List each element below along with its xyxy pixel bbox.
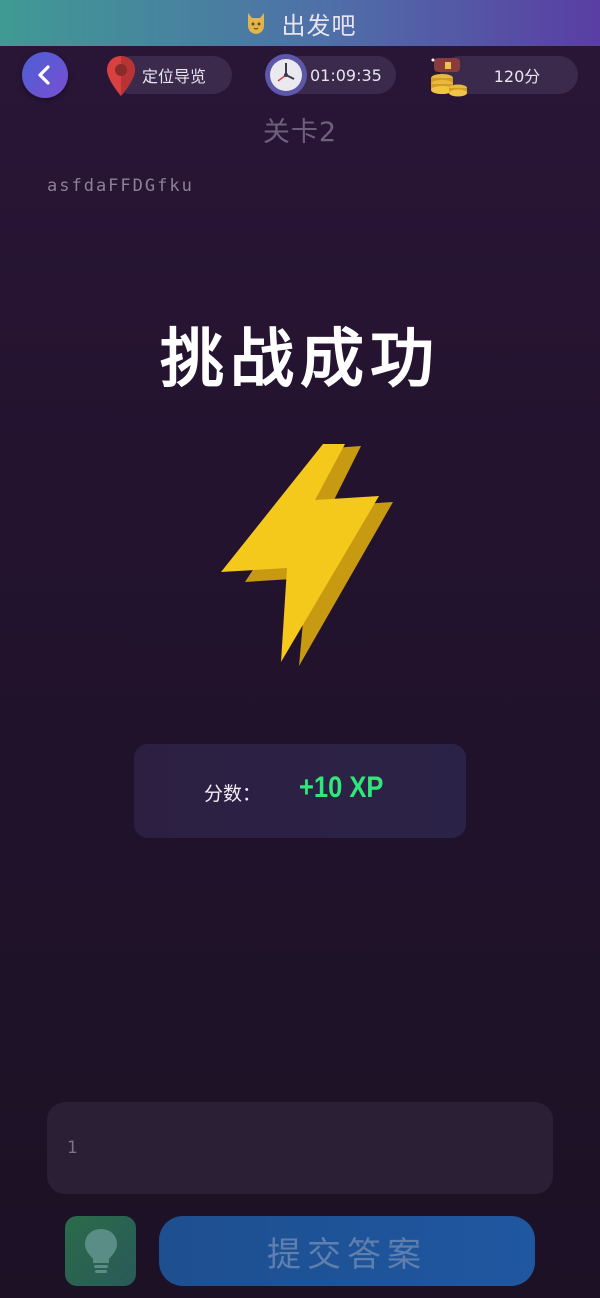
score-label: 分数： — [204, 783, 262, 805]
level-title: 关卡2 — [262, 117, 338, 148]
lightning-bolt-icon — [221, 444, 393, 666]
success-title: 挑战成功 — [160, 322, 440, 397]
treasure-chest-icon — [431, 58, 467, 97]
clock-icon — [265, 54, 307, 96]
total-score-value: 120分 — [493, 67, 541, 86]
question-text: asfdaFFDGfku — [47, 176, 194, 196]
lightbulb-icon — [84, 1229, 117, 1273]
chevron-left-icon — [38, 65, 50, 85]
location-nav-label: 定位导览 — [142, 67, 207, 86]
score-card: 分数： +10 XP — [134, 744, 466, 838]
hint-button[interactable] — [65, 1216, 136, 1286]
app-title: 出发吧 — [281, 11, 357, 40]
submit-answer-button[interactable]: 提交答案 — [159, 1216, 535, 1286]
answer-input[interactable] — [47, 1102, 553, 1194]
title-bar: 出发吧 — [0, 0, 600, 46]
back-button[interactable] — [22, 52, 68, 98]
location-pin-icon — [107, 56, 135, 96]
xp-value: +10 XP — [299, 771, 384, 804]
submit-answer-label: 提交答案 — [267, 1234, 427, 1275]
timer-value: 01:09:35 — [310, 65, 382, 85]
cat-mascot-icon — [247, 13, 264, 34]
